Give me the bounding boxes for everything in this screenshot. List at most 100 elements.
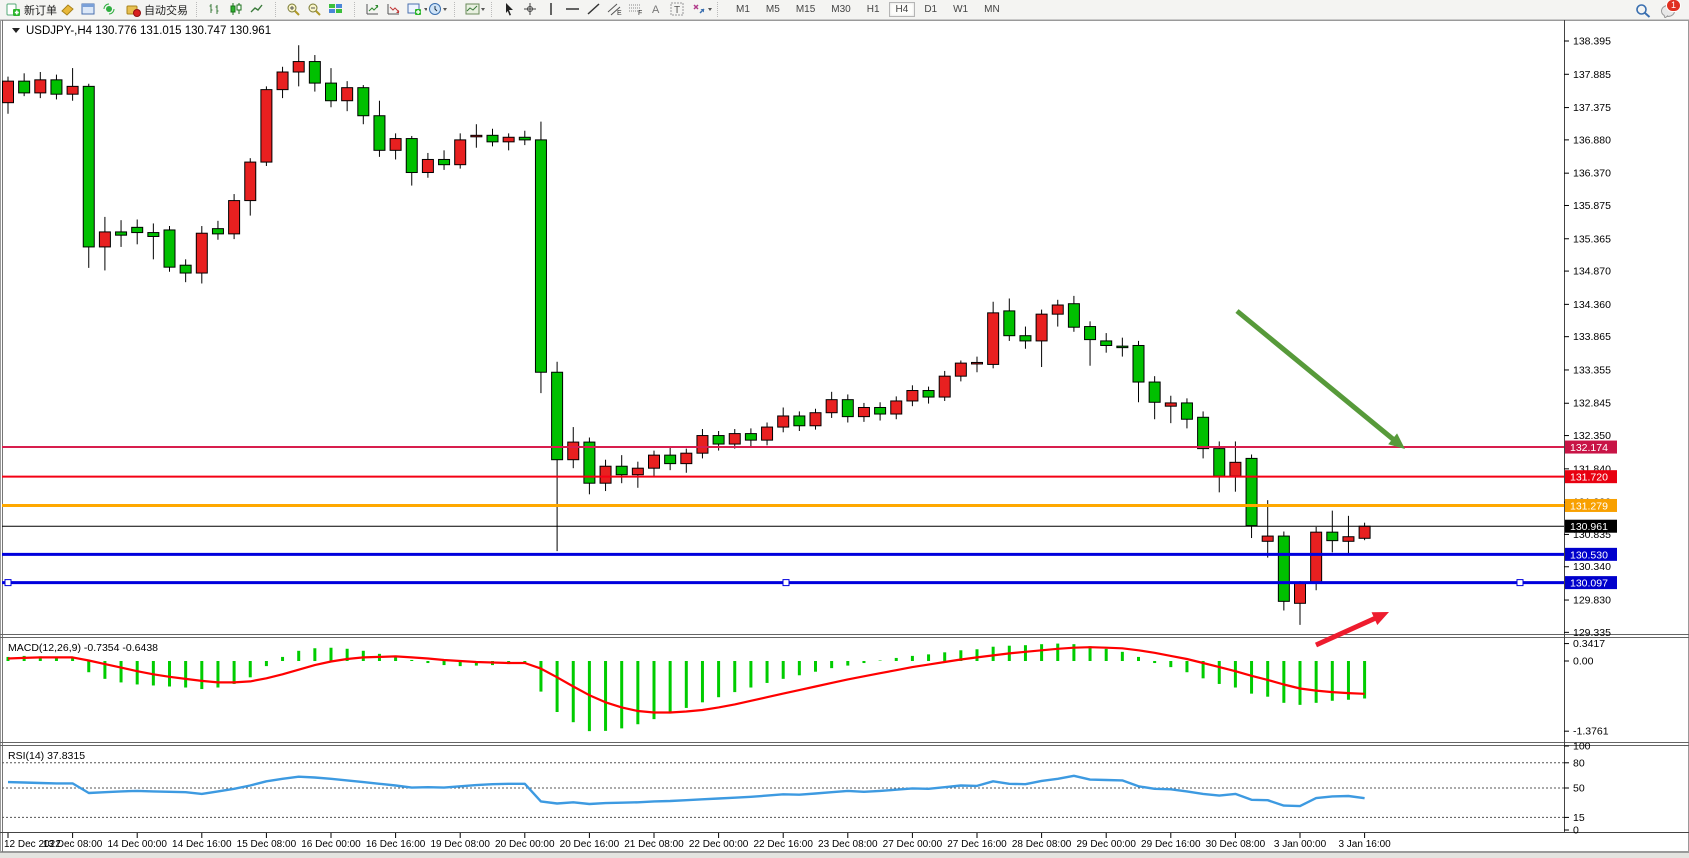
candle-body <box>358 88 369 116</box>
channel-icon[interactable]: E <box>607 2 628 17</box>
eraser-icon[interactable] <box>60 2 81 17</box>
candle-body <box>568 442 579 460</box>
new-order-button[interactable]: 新订单 <box>3 1 60 19</box>
timeframe-m30[interactable]: M30 <box>824 2 857 17</box>
timeframe-m1[interactable]: M1 <box>729 2 757 17</box>
candle-body <box>1262 536 1273 541</box>
candle-body <box>955 363 966 376</box>
autotrading-icon <box>126 3 141 16</box>
time-tick-label: 3 Jan 16:00 <box>1338 839 1391 850</box>
candle-body <box>1359 526 1370 538</box>
autotrading-button[interactable]: 自动交易 <box>123 1 191 19</box>
price-tick-label: 133.355 <box>1573 364 1611 376</box>
time-tick-label: 22 Dec 00:00 <box>689 839 749 850</box>
hline-handle[interactable] <box>1517 580 1523 586</box>
candle-body <box>67 86 78 94</box>
time-tick-label: 29 Dec 00:00 <box>1076 839 1136 850</box>
candle-body <box>697 436 708 454</box>
candle-body <box>794 416 805 426</box>
price-tick-label: 134.870 <box>1573 266 1611 278</box>
candle-body <box>439 159 450 164</box>
chart-window-icon[interactable] <box>81 2 102 17</box>
time-tick-label: 14 Dec 16:00 <box>172 839 232 850</box>
price-badge-132.174: 132.174 <box>1565 441 1617 455</box>
candle-body <box>261 90 272 162</box>
vertical-line-icon[interactable] <box>544 2 565 17</box>
candle-body <box>212 229 223 234</box>
timeframe-w1[interactable]: W1 <box>946 2 975 17</box>
candle-body <box>487 135 498 142</box>
zoom-in-icon[interactable] <box>286 2 307 17</box>
candle-body <box>729 434 740 444</box>
time-tick-label: 21 Dec 08:00 <box>624 839 684 850</box>
candle-body <box>1246 458 1257 525</box>
price-tick-label: 135.365 <box>1573 233 1611 245</box>
line-chart-mode-icon[interactable] <box>249 2 270 17</box>
candle-body <box>778 416 789 427</box>
timeframe-d1[interactable]: D1 <box>917 2 944 17</box>
template-icon[interactable] <box>465 2 486 17</box>
candle-body <box>1117 346 1128 348</box>
chart-title-text: USDJPY-,H4 130.776 131.015 130.747 130.9… <box>26 25 271 37</box>
search-icon[interactable] <box>1635 3 1650 16</box>
price-badge-131.279: 131.279 <box>1565 499 1617 512</box>
candle-body <box>745 434 756 441</box>
price-tick-label: 137.885 <box>1573 69 1611 81</box>
time-tick-label: 15 Dec 08:00 <box>237 839 297 850</box>
rsi-tick-label: 0 <box>1573 825 1579 837</box>
candle-body <box>713 436 724 444</box>
trendline-icon[interactable] <box>586 2 607 17</box>
price-badge-label: 132.174 <box>1570 442 1608 454</box>
bar-chart-mode-icon[interactable] <box>207 2 228 17</box>
add-indicator-icon[interactable] <box>407 2 428 17</box>
rsi-tick-label: 15 <box>1573 812 1585 824</box>
price-tick-label: 129.830 <box>1573 595 1611 607</box>
price-tick-label: 137.375 <box>1573 102 1611 114</box>
indicator-window-icon[interactable] <box>365 2 386 17</box>
cursor-icon[interactable] <box>502 2 523 17</box>
chart-canvas[interactable]: 138.395137.885137.375136.880136.370135.8… <box>0 20 1689 852</box>
macd-tick-label: 0.3417 <box>1573 638 1605 650</box>
crosshair-icon[interactable] <box>523 2 544 17</box>
svg-text:T: T <box>674 5 680 16</box>
hline-handle[interactable] <box>783 580 789 586</box>
candle-body <box>535 140 546 372</box>
candle-body <box>616 466 627 474</box>
toolbar-separator <box>717 2 723 17</box>
timeframe-h4[interactable]: H4 <box>889 2 916 17</box>
shapes-arrows-icon[interactable] <box>691 2 712 17</box>
status-bar <box>0 852 1689 858</box>
zoom-out-icon[interactable] <box>307 2 328 17</box>
period-clock-icon[interactable] <box>428 2 449 17</box>
mt4-window: 新订单 自动交易 <box>0 0 1689 858</box>
candle-body <box>148 233 159 237</box>
svg-text:F: F <box>638 10 642 16</box>
candle-body <box>180 265 191 273</box>
hline-handle[interactable] <box>5 580 11 586</box>
price-badge-label: 131.720 <box>1570 472 1608 484</box>
candle-body <box>309 62 320 84</box>
notification-count-badge: 1 <box>1666 0 1681 12</box>
timeframe-m15[interactable]: M15 <box>789 2 822 17</box>
signal-icon[interactable] <box>102 2 123 17</box>
text-tool-icon[interactable]: A <box>649 2 670 17</box>
time-tick-label: 14 Dec 00:00 <box>107 839 167 850</box>
candle-body <box>35 80 46 93</box>
chart-background <box>0 20 1689 852</box>
fibonacci-icon[interactable]: F <box>628 2 649 17</box>
horizontal-line-icon[interactable] <box>565 2 586 17</box>
timeframe-m5[interactable]: M5 <box>759 2 787 17</box>
candle-body <box>99 232 110 247</box>
candle-body <box>503 137 514 142</box>
timeframe-h1[interactable]: H1 <box>860 2 887 17</box>
time-tick-label: 19 Dec 08:00 <box>430 839 490 850</box>
candle-body <box>600 466 611 483</box>
timeframe-mn[interactable]: MN <box>977 2 1007 17</box>
candle-body <box>826 400 837 413</box>
notifications-icon[interactable]: 1 <box>1660 3 1675 16</box>
candle-chart-mode-icon[interactable] <box>228 2 249 17</box>
candle-body <box>455 140 466 165</box>
tile-windows-icon[interactable] <box>328 2 349 17</box>
indicator-subwindow-icon[interactable] <box>386 2 407 17</box>
label-tool-icon[interactable]: T <box>670 2 691 17</box>
